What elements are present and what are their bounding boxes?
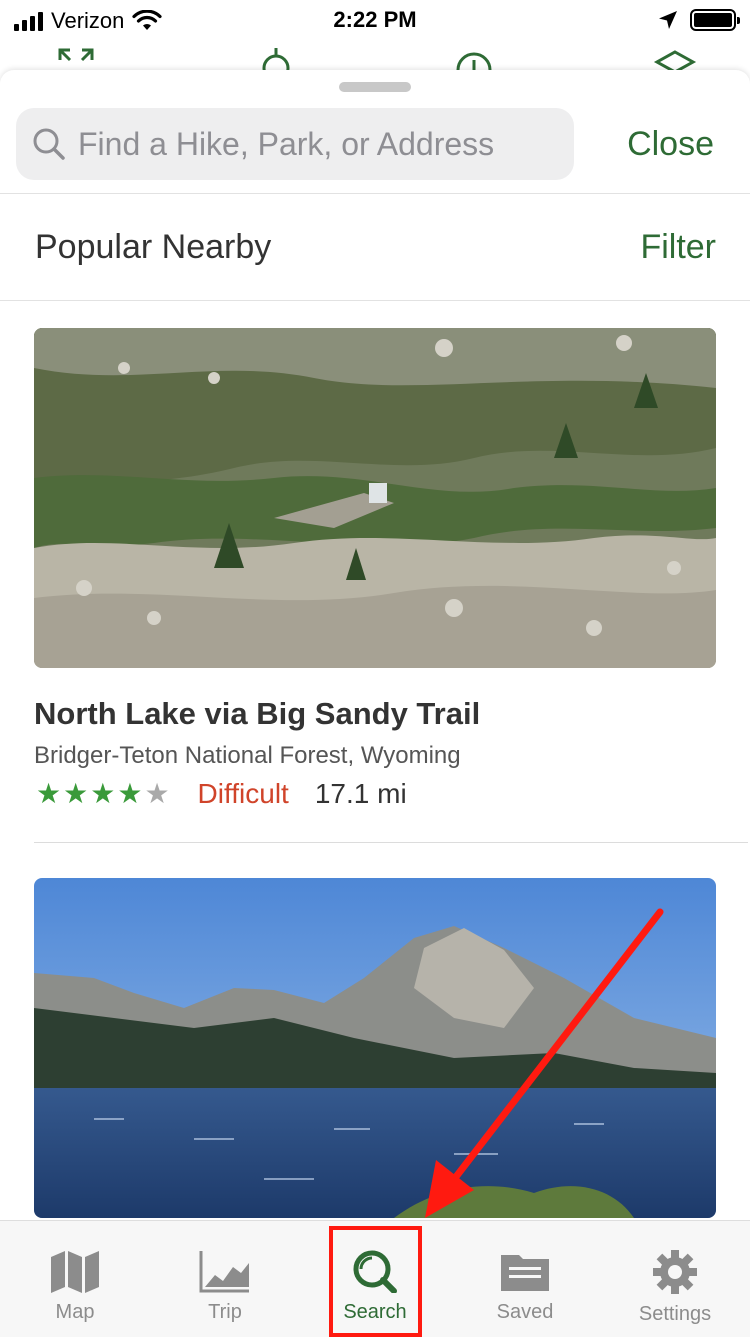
folder-icon <box>501 1255 549 1291</box>
divider <box>34 842 748 843</box>
download-icon <box>456 52 492 70</box>
status-right <box>658 9 740 31</box>
filter-button[interactable]: Filter <box>640 228 716 267</box>
trail-photo-rocky-slope[interactable] <box>34 328 716 668</box>
status-bar: Verizon 2:22 PM <box>0 0 750 42</box>
trail-name[interactable]: North Lake via Big Sandy Trail <box>34 696 480 732</box>
star-empty-icon: ★ <box>144 778 170 809</box>
tab-settings[interactable]: Settings <box>600 1221 750 1337</box>
crosshair-icon <box>262 48 290 70</box>
tab-saved[interactable]: Saved <box>450 1221 600 1337</box>
distance-label: 17.1 mi <box>314 778 407 809</box>
location-arrow-icon <box>659 11 677 29</box>
tab-trip[interactable]: Trip <box>150 1221 300 1337</box>
layers-icon <box>653 50 697 70</box>
search-input[interactable] <box>78 125 548 163</box>
star-icon: ★ <box>63 778 89 809</box>
tab-label: Map <box>55 1301 95 1323</box>
star-icon: ★ <box>90 778 116 809</box>
close-button[interactable]: Close <box>627 125 714 164</box>
map-icon <box>51 1251 99 1293</box>
search-sheet: Close Popular Nearby Filter North Lake <box>0 70 750 1220</box>
star-icon: ★ <box>36 778 62 809</box>
battery-icon <box>690 9 740 31</box>
expand-icon <box>58 48 94 62</box>
tab-bar: Map Trip Search Saved Settings <box>0 1220 750 1337</box>
search-bar[interactable] <box>16 108 574 180</box>
star-icon: ★ <box>117 778 143 809</box>
trip-chart-icon <box>199 1251 249 1293</box>
divider <box>0 193 750 194</box>
tab-label: Saved <box>496 1301 554 1323</box>
trail-photo-mountain-lake[interactable] <box>34 878 716 1218</box>
trail-location: Bridger-Teton National Forest, Wyoming <box>34 742 461 769</box>
annotation-highlight-box <box>329 1226 422 1337</box>
tab-label: Trip <box>208 1301 242 1323</box>
search-icon <box>33 128 65 160</box>
status-time: 2:22 PM <box>333 7 417 32</box>
gear-icon <box>653 1250 697 1294</box>
tab-label: Settings <box>638 1303 712 1325</box>
section-title: Popular Nearby <box>35 228 272 266</box>
trail-meta: ★ ★ ★ ★ ★ Difficult 17.1 mi <box>36 778 407 810</box>
tab-map[interactable]: Map <box>0 1221 150 1337</box>
sheet-grabber[interactable] <box>339 82 411 92</box>
star-rating: ★ ★ ★ ★ ★ <box>36 780 170 808</box>
difficulty-label: Difficult <box>197 778 289 809</box>
divider <box>0 300 750 301</box>
